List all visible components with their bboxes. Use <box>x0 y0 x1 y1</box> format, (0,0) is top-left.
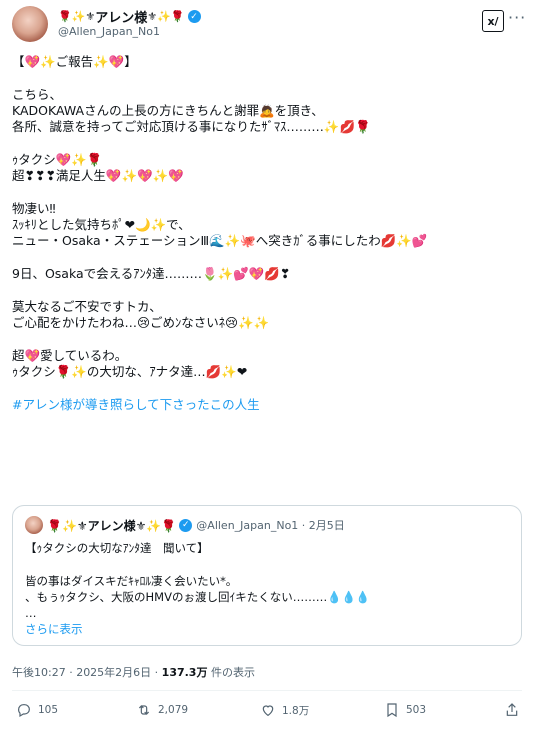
post-text: 【💖✨ご報告✨💖】 こちら、 KADOKAWAさんの上長の方にきちんと謝罪🙇を頂… <box>12 54 522 413</box>
verified-badge-icon: ✓ <box>187 10 201 23</box>
repost-button[interactable]: 2,079 <box>136 702 188 718</box>
show-more-link[interactable]: さらに表示 <box>25 621 511 637</box>
quoted-line: 、もぅｩタクシ、大阪のHMVのぉ渡し回ｲキたくない………💧💧💧 <box>25 590 371 604</box>
share-icon <box>506 703 518 716</box>
quoted-verified-badge-icon: ✓ <box>179 518 193 532</box>
author-handle[interactable]: @Allen_Japan_No1 <box>58 25 160 38</box>
view-count: 137.3万 <box>161 666 208 679</box>
post-header: 🌹✨⚜ アレン様 ⚜✨🌹 ✓ @Allen_Japan_No1 x/ ··· <box>12 6 526 42</box>
post-line <box>12 380 522 397</box>
quoted-line: … <box>25 606 37 620</box>
post-line: ｽｯｷﾘとした気持ちﾎﾟ❤🌙✨で、 <box>12 217 191 232</box>
post-line <box>12 184 522 201</box>
post-line: 莫大なるご不安ですトカ、 <box>12 299 162 314</box>
repost-count: 2,079 <box>158 704 189 716</box>
bookmark-icon <box>387 703 397 718</box>
quoted-avatar <box>25 516 43 534</box>
post-line: 超❣❣❣満足人生💖✨💖✨💖 <box>12 168 184 183</box>
author-name-row[interactable]: 🌹✨⚜ アレン様 ⚜✨🌹 ✓ <box>58 7 201 26</box>
grok-button[interactable]: x/ <box>482 10 504 32</box>
post-line <box>12 249 522 266</box>
quoted-line: 皆の事はダイスキだｷｬﾛﾙ凄く会いたい*｡ <box>25 574 232 588</box>
post-line: こちら、 <box>12 87 63 102</box>
post-line: 物凄い‼ <box>12 201 56 216</box>
more-options-button[interactable]: ··· <box>508 8 526 27</box>
post-datetime[interactable]: 午後10:27 · 2025年2月6日 · <box>12 666 162 679</box>
quoted-post-header: 🌹✨⚜アレン様⚜✨🌹 ✓ @Allen_Japan_No1 · 2月5日 <box>25 516 345 534</box>
post-line <box>12 135 522 152</box>
divider <box>12 690 522 691</box>
post-line: KADOKAWAさんの上長の方にきちんと謝罪🙇を頂き、 <box>12 103 324 118</box>
post-line: 【💖✨ご報告✨💖】 <box>12 54 137 69</box>
quoted-line: 【ｩタクシの大切なｱﾝﾀ達 聞いて】 <box>25 541 209 555</box>
post-line: ニュー・Osaka・ステェーションⅢ🌊✨🐙へ突きｶﾞる事にしたわ💋✨💕 <box>12 233 428 248</box>
post-meta: 午後10:27 · 2025年2月6日 · 137.3万 件の表示 <box>12 664 255 680</box>
name-emoji-prefix: 🌹✨⚜ <box>58 10 96 23</box>
share-button[interactable] <box>504 702 526 718</box>
repost-icon <box>138 705 150 715</box>
name-emoji-suffix: ⚜✨🌹 <box>147 10 185 23</box>
heart-icon <box>262 705 274 717</box>
display-name[interactable]: アレン様 <box>95 7 147 26</box>
action-bar: 105 2,079 1.8万 503 <box>12 702 522 724</box>
post-line: 超💖愛しているわ。 <box>12 348 128 363</box>
quoted-post[interactable]: 🌹✨⚜アレン様⚜✨🌹 ✓ @Allen_Japan_No1 · 2月5日 【ｩタ… <box>12 505 522 646</box>
avatar[interactable] <box>12 6 48 42</box>
quoted-display-name: 🌹✨⚜アレン様⚜✨🌹 <box>47 518 177 533</box>
like-count: 1.8万 <box>282 704 310 717</box>
like-button[interactable]: 1.8万 <box>260 702 309 718</box>
post-line <box>12 331 522 348</box>
quoted-post-text: 【ｩタクシの大切なｱﾝﾀ達 聞いて】 皆の事はダイスキだｷｬﾛﾙ凄く会いたい*｡… <box>25 540 511 637</box>
bookmark-count: 503 <box>406 704 427 716</box>
hashtag-link[interactable]: #アレン様が導き照らして下さったこの人生 <box>12 397 522 413</box>
post-line: ｩタクシ🌹✨の大切な、ｱナタ達…💋✨❤ <box>12 364 248 379</box>
post-line: 各所、誠意を持ってご対応頂ける事になりたｻﾞﾏｽ………✨💋🌹 <box>12 119 371 134</box>
post-line <box>12 282 522 299</box>
quoted-line <box>25 556 511 573</box>
bookmark-button[interactable]: 503 <box>384 702 426 718</box>
post-line: 9日、Osakaで会えるｱﾝﾀ達………🌷✨💕💖💋❣ <box>12 266 291 281</box>
reply-button[interactable]: 105 <box>16 702 58 718</box>
post-line <box>12 70 522 87</box>
reply-icon <box>18 704 30 718</box>
quoted-handle-date: @Allen_Japan_No1 · 2月5日 <box>196 519 345 532</box>
post-line: ご心配をかけたわね…😢ごめﾝなさいﾈ😢✨✨ <box>12 315 270 330</box>
view-count-label: 件の表示 <box>207 666 255 679</box>
reply-count: 105 <box>38 704 59 716</box>
post-line: ｩタクシ💖✨🌹 <box>12 152 103 167</box>
